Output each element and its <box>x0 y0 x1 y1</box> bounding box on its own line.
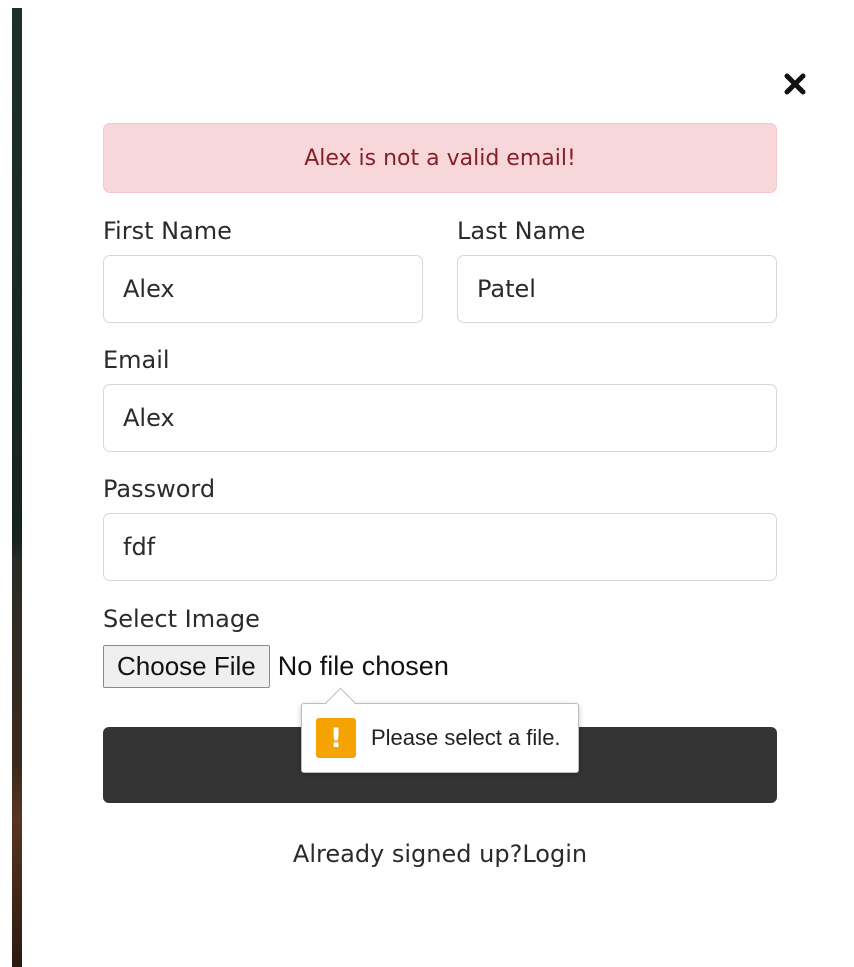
select-image-label: Select Image <box>103 605 260 633</box>
login-prompt: Already signed up?Login <box>103 840 777 868</box>
email-label: Email <box>103 346 170 374</box>
error-alert: Alex is not a valid email! <box>103 123 777 193</box>
validation-tooltip: ! Please select a file. <box>301 687 579 773</box>
close-icon <box>784 73 806 95</box>
login-link[interactable]: Login <box>522 840 587 868</box>
validation-message: Please select a file. <box>371 725 561 750</box>
first-name-label: First Name <box>103 217 232 245</box>
close-button[interactable] <box>781 70 809 98</box>
password-input[interactable] <box>103 513 777 581</box>
last-name-label: Last Name <box>457 217 586 245</box>
first-name-input[interactable] <box>103 255 423 323</box>
choose-file-button[interactable]: Choose File <box>103 644 270 688</box>
warning-icon: ! <box>316 718 356 758</box>
page: Alex is not a valid email! First Name La… <box>0 0 854 967</box>
background-edge <box>0 0 22 967</box>
file-input: Choose File No file chosen <box>103 644 449 688</box>
email-input[interactable] <box>103 384 777 452</box>
file-status-text: No file chosen <box>277 650 449 681</box>
last-name-input[interactable] <box>457 255 777 323</box>
password-label: Password <box>103 475 216 503</box>
error-alert-message: Alex is not a valid email! <box>304 145 576 171</box>
login-prompt-text: Already signed up? <box>292 840 523 868</box>
